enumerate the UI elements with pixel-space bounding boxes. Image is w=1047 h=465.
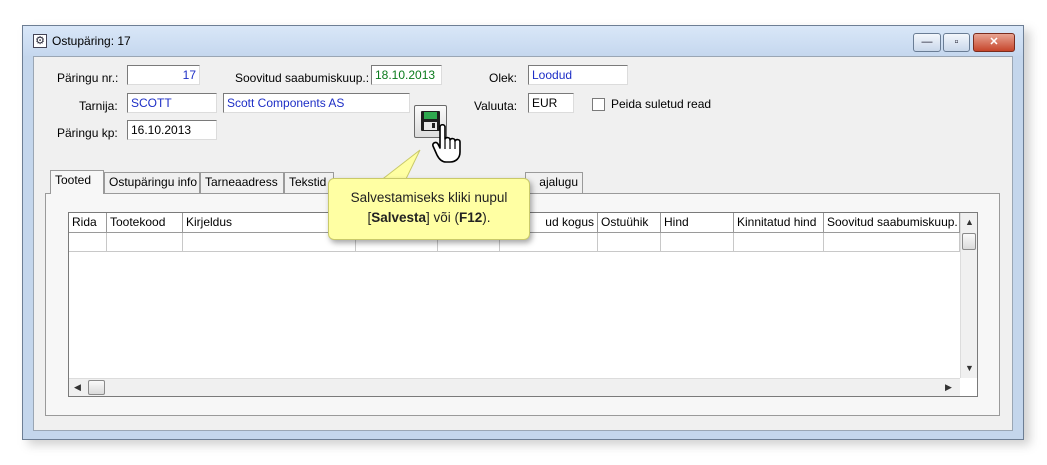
paringu-nr-label: Päringu nr.: — [57, 71, 119, 85]
tab-tooted[interactable]: Tooted — [50, 170, 104, 194]
column-header-kinnitatud-hind[interactable]: Kinnitatud hind — [734, 213, 824, 233]
vertical-scrollbar[interactable]: ▲ ▼ — [960, 213, 977, 378]
grid-cell[interactable] — [661, 233, 734, 252]
grid-cell[interactable] — [824, 233, 960, 252]
peida-suletud-read-label: Peida suletud read — [611, 97, 712, 111]
callout-line-2: [Salvesta] või (F12). — [367, 210, 491, 225]
close-button[interactable]: ✕ — [973, 33, 1015, 52]
grid-cell[interactable] — [598, 233, 661, 252]
maximize-button[interactable]: ▫ — [943, 33, 970, 52]
grid-cell[interactable] — [107, 233, 183, 252]
tarnija-code-field[interactable]: SCOTT — [127, 93, 217, 113]
tarnija-name-field[interactable]: Scott Components AS — [223, 93, 410, 113]
callout-pointer — [378, 149, 421, 182]
peida-suletud-read-checkbox[interactable] — [592, 98, 605, 111]
horizontal-scrollbar[interactable]: ◀ ▶ — [69, 378, 960, 396]
valuuta-label: Valuuta: — [474, 99, 518, 113]
soovitud-saabumiskuup-label: Soovitud saabumiskuup.: — [235, 71, 370, 85]
column-header-ostuuhik[interactable]: Ostuühik — [598, 213, 661, 233]
column-header-rida[interactable]: Rida — [69, 213, 107, 233]
app-gear-icon[interactable]: ⚙ — [33, 34, 47, 48]
horizontal-scroll-thumb[interactable] — [88, 380, 105, 395]
scroll-down-arrow-icon[interactable]: ▼ — [965, 363, 974, 373]
column-header-soovitud-saabumiskuup[interactable]: Soovitud saabumiskuup. — [824, 213, 960, 233]
soovitud-saabumiskuup-field[interactable]: 18.10.2013 — [371, 65, 442, 85]
tab-ajalugu[interactable]: ajalugu — [525, 172, 583, 193]
grid-cell[interactable] — [69, 233, 107, 252]
grid-cell[interactable] — [734, 233, 824, 252]
valuuta-field[interactable]: EUR — [528, 93, 574, 113]
scroll-up-arrow-icon[interactable]: ▲ — [965, 217, 974, 227]
callout-salvesta: Salvesta — [371, 210, 427, 225]
olek-field[interactable]: Loodud — [528, 65, 628, 85]
scroll-right-arrow-icon[interactable]: ▶ — [945, 382, 952, 393]
title-bar[interactable]: ⚙ Ostupäring: 17 — ▫ ✕ — [23, 26, 1023, 56]
olek-label: Olek: — [489, 71, 518, 85]
paringu-nr-field[interactable]: 17 — [127, 65, 200, 85]
column-header-hind[interactable]: Hind — [661, 213, 734, 233]
save-hint-callout: Salvestamiseks kliki nupul [Salvesta] võ… — [328, 178, 530, 240]
tab-ostuparingu-info[interactable]: Ostupäringu info — [104, 172, 200, 193]
callout-f12: F12 — [459, 210, 483, 225]
window-title: Ostupäring: 17 — [52, 34, 131, 48]
paringu-kp-label: Päringu kp: — [57, 126, 118, 140]
paringu-kp-field[interactable]: 16.10.2013 — [127, 120, 217, 140]
column-header-tootekood[interactable]: Tootekood — [107, 213, 183, 233]
scroll-left-arrow-icon[interactable]: ◀ — [74, 382, 81, 393]
callout-line-1: Salvestamiseks kliki nupul — [350, 190, 508, 205]
vertical-scroll-thumb[interactable] — [962, 233, 976, 250]
minimize-button[interactable]: — — [913, 33, 941, 52]
tab-tekstid[interactable]: Tekstid — [284, 172, 334, 193]
tarnija-label: Tarnija: — [79, 99, 118, 113]
tab-tarneaadress[interactable]: Tarneaadress — [200, 172, 284, 193]
